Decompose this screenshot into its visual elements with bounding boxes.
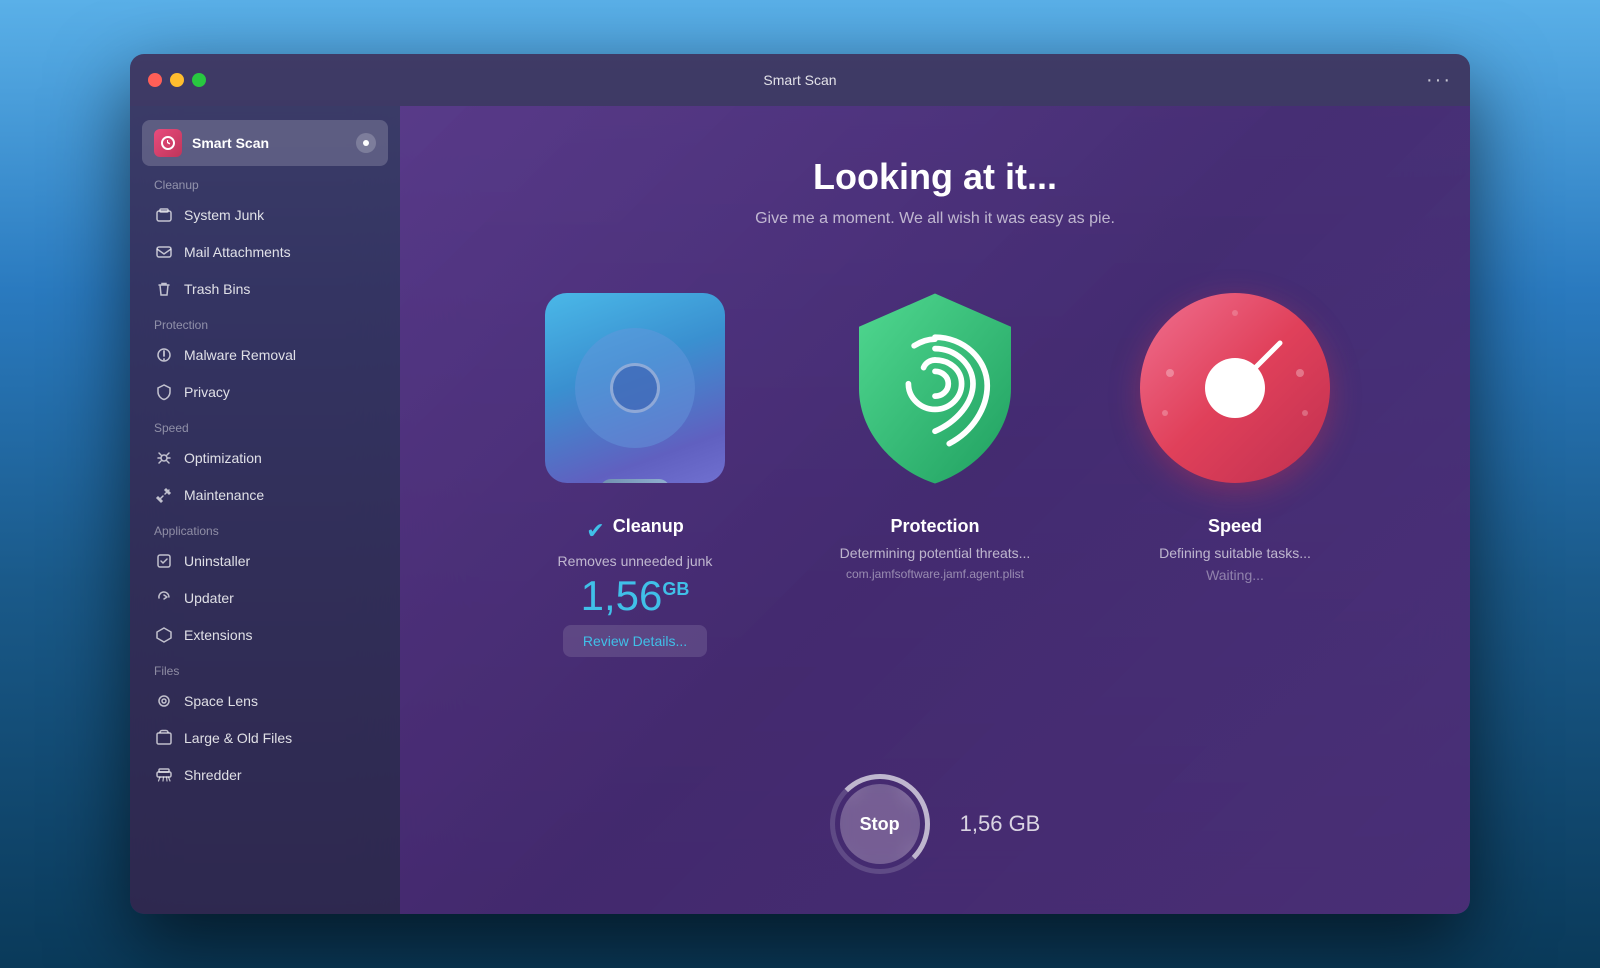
traffic-lights xyxy=(148,73,206,87)
optimization-label: Optimization xyxy=(184,450,262,466)
extensions-icon xyxy=(154,625,174,645)
minimize-button[interactable] xyxy=(170,73,184,87)
panel-title: Looking at it... xyxy=(813,156,1057,198)
panel-subtitle: Give me a moment. We all wish it was eas… xyxy=(755,210,1115,228)
trash-bins-icon xyxy=(154,279,174,299)
sidebar-item-trash-bins[interactable]: Trash Bins xyxy=(142,271,388,307)
size-display: 1,56 GB xyxy=(960,811,1041,837)
maintenance-icon xyxy=(154,485,174,505)
cleanup-check-icon: ✔ xyxy=(586,518,604,544)
stop-button-wrap: Stop xyxy=(830,774,930,874)
stop-button[interactable]: Stop xyxy=(840,784,920,864)
space-lens-icon xyxy=(154,691,174,711)
sidebar-item-large-old-files[interactable]: Large & Old Files xyxy=(142,720,388,756)
sidebar-item-optimization[interactable]: Optimization xyxy=(142,440,388,476)
protection-card: Protection Determining potential threats… xyxy=(805,288,1065,657)
sidebar-item-system-junk[interactable]: System Junk xyxy=(142,197,388,233)
review-details-button[interactable]: Review Details... xyxy=(563,625,707,657)
sidebar-item-privacy[interactable]: Privacy xyxy=(142,374,388,410)
cleanup-disk-icon xyxy=(545,293,725,483)
speed-icon-wrap xyxy=(1135,288,1335,488)
sidebar: Smart Scan Cleanup System Junk xyxy=(130,106,400,914)
smart-scan-icon xyxy=(154,129,182,157)
shredder-label: Shredder xyxy=(184,767,242,783)
large-old-files-icon xyxy=(154,728,174,748)
speed-status: Defining suitable tasks... xyxy=(1159,545,1311,561)
updater-icon xyxy=(154,588,174,608)
sidebar-item-updater[interactable]: Updater xyxy=(142,580,388,616)
extensions-label: Extensions xyxy=(184,627,252,643)
updater-label: Updater xyxy=(184,590,234,606)
speed-card-title: Speed xyxy=(1208,516,1262,537)
speedo-center xyxy=(1205,358,1265,418)
protection-icon-wrap xyxy=(835,288,1035,488)
app-window: Smart Scan ··· Smart Scan Cleanup xyxy=(130,54,1470,914)
uninstaller-icon xyxy=(154,551,174,571)
system-junk-label: System Junk xyxy=(184,207,264,223)
bottom-bar: Stop 1,56 GB xyxy=(440,746,1430,874)
space-lens-label: Space Lens xyxy=(184,693,258,709)
malware-removal-label: Malware Removal xyxy=(184,347,296,363)
speed-sub: Waiting... xyxy=(1206,567,1264,583)
protection-status: Determining potential threats... xyxy=(840,545,1031,561)
sidebar-item-shredder[interactable]: Shredder xyxy=(142,757,388,793)
section-label-cleanup: Cleanup xyxy=(130,168,400,196)
malware-removal-icon xyxy=(154,345,174,365)
titlebar-title: Smart Scan xyxy=(763,72,836,88)
cleanup-title-row: ✔ Cleanup xyxy=(586,516,683,545)
privacy-icon xyxy=(154,382,174,402)
optimization-icon xyxy=(154,448,174,468)
cleanup-card-title: Cleanup xyxy=(613,516,684,537)
speedometer-icon xyxy=(1140,293,1330,483)
section-label-protection: Protection xyxy=(130,308,400,336)
maximize-button[interactable] xyxy=(192,73,206,87)
main-content: Smart Scan Cleanup System Junk xyxy=(130,106,1470,914)
section-label-files: Files xyxy=(130,654,400,682)
mail-attachments-icon xyxy=(154,242,174,262)
large-old-files-label: Large & Old Files xyxy=(184,730,292,746)
maintenance-label: Maintenance xyxy=(184,487,264,503)
sidebar-item-maintenance[interactable]: Maintenance xyxy=(142,477,388,513)
section-label-speed: Speed xyxy=(130,411,400,439)
more-options-button[interactable]: ··· xyxy=(1426,69,1452,92)
sidebar-item-mail-attachments[interactable]: Mail Attachments xyxy=(142,234,388,270)
sidebar-item-malware-removal[interactable]: Malware Removal xyxy=(142,337,388,373)
protection-shield-icon xyxy=(840,288,1030,488)
sidebar-item-extensions[interactable]: Extensions xyxy=(142,617,388,653)
close-button[interactable] xyxy=(148,73,162,87)
titlebar: Smart Scan ··· xyxy=(130,54,1470,106)
smart-scan-label: Smart Scan xyxy=(192,135,269,151)
cards-row: ✔ Cleanup Removes unneeded junk 1,56GB R… xyxy=(440,288,1430,657)
smart-scan-badge xyxy=(356,133,376,153)
protection-card-title: Protection xyxy=(890,516,979,537)
cleanup-icon-wrap xyxy=(535,288,735,488)
speed-card: Speed Defining suitable tasks... Waiting… xyxy=(1105,288,1365,657)
cleanup-card: ✔ Cleanup Removes unneeded junk 1,56GB R… xyxy=(505,288,765,657)
sidebar-item-uninstaller[interactable]: Uninstaller xyxy=(142,543,388,579)
cleanup-size: 1,56GB xyxy=(581,575,690,617)
system-junk-icon xyxy=(154,205,174,225)
section-label-applications: Applications xyxy=(130,514,400,542)
shredder-icon xyxy=(154,765,174,785)
privacy-label: Privacy xyxy=(184,384,230,400)
sidebar-item-space-lens[interactable]: Space Lens xyxy=(142,683,388,719)
protection-sub: com.jamfsoftware.jamf.agent.plist xyxy=(846,567,1024,581)
cleanup-status: Removes unneeded junk xyxy=(558,553,713,569)
uninstaller-label: Uninstaller xyxy=(184,553,250,569)
mail-attachments-label: Mail Attachments xyxy=(184,244,291,260)
right-panel: Looking at it... Give me a moment. We al… xyxy=(400,106,1470,914)
sidebar-item-smart-scan[interactable]: Smart Scan xyxy=(142,120,388,166)
trash-bins-label: Trash Bins xyxy=(184,281,250,297)
